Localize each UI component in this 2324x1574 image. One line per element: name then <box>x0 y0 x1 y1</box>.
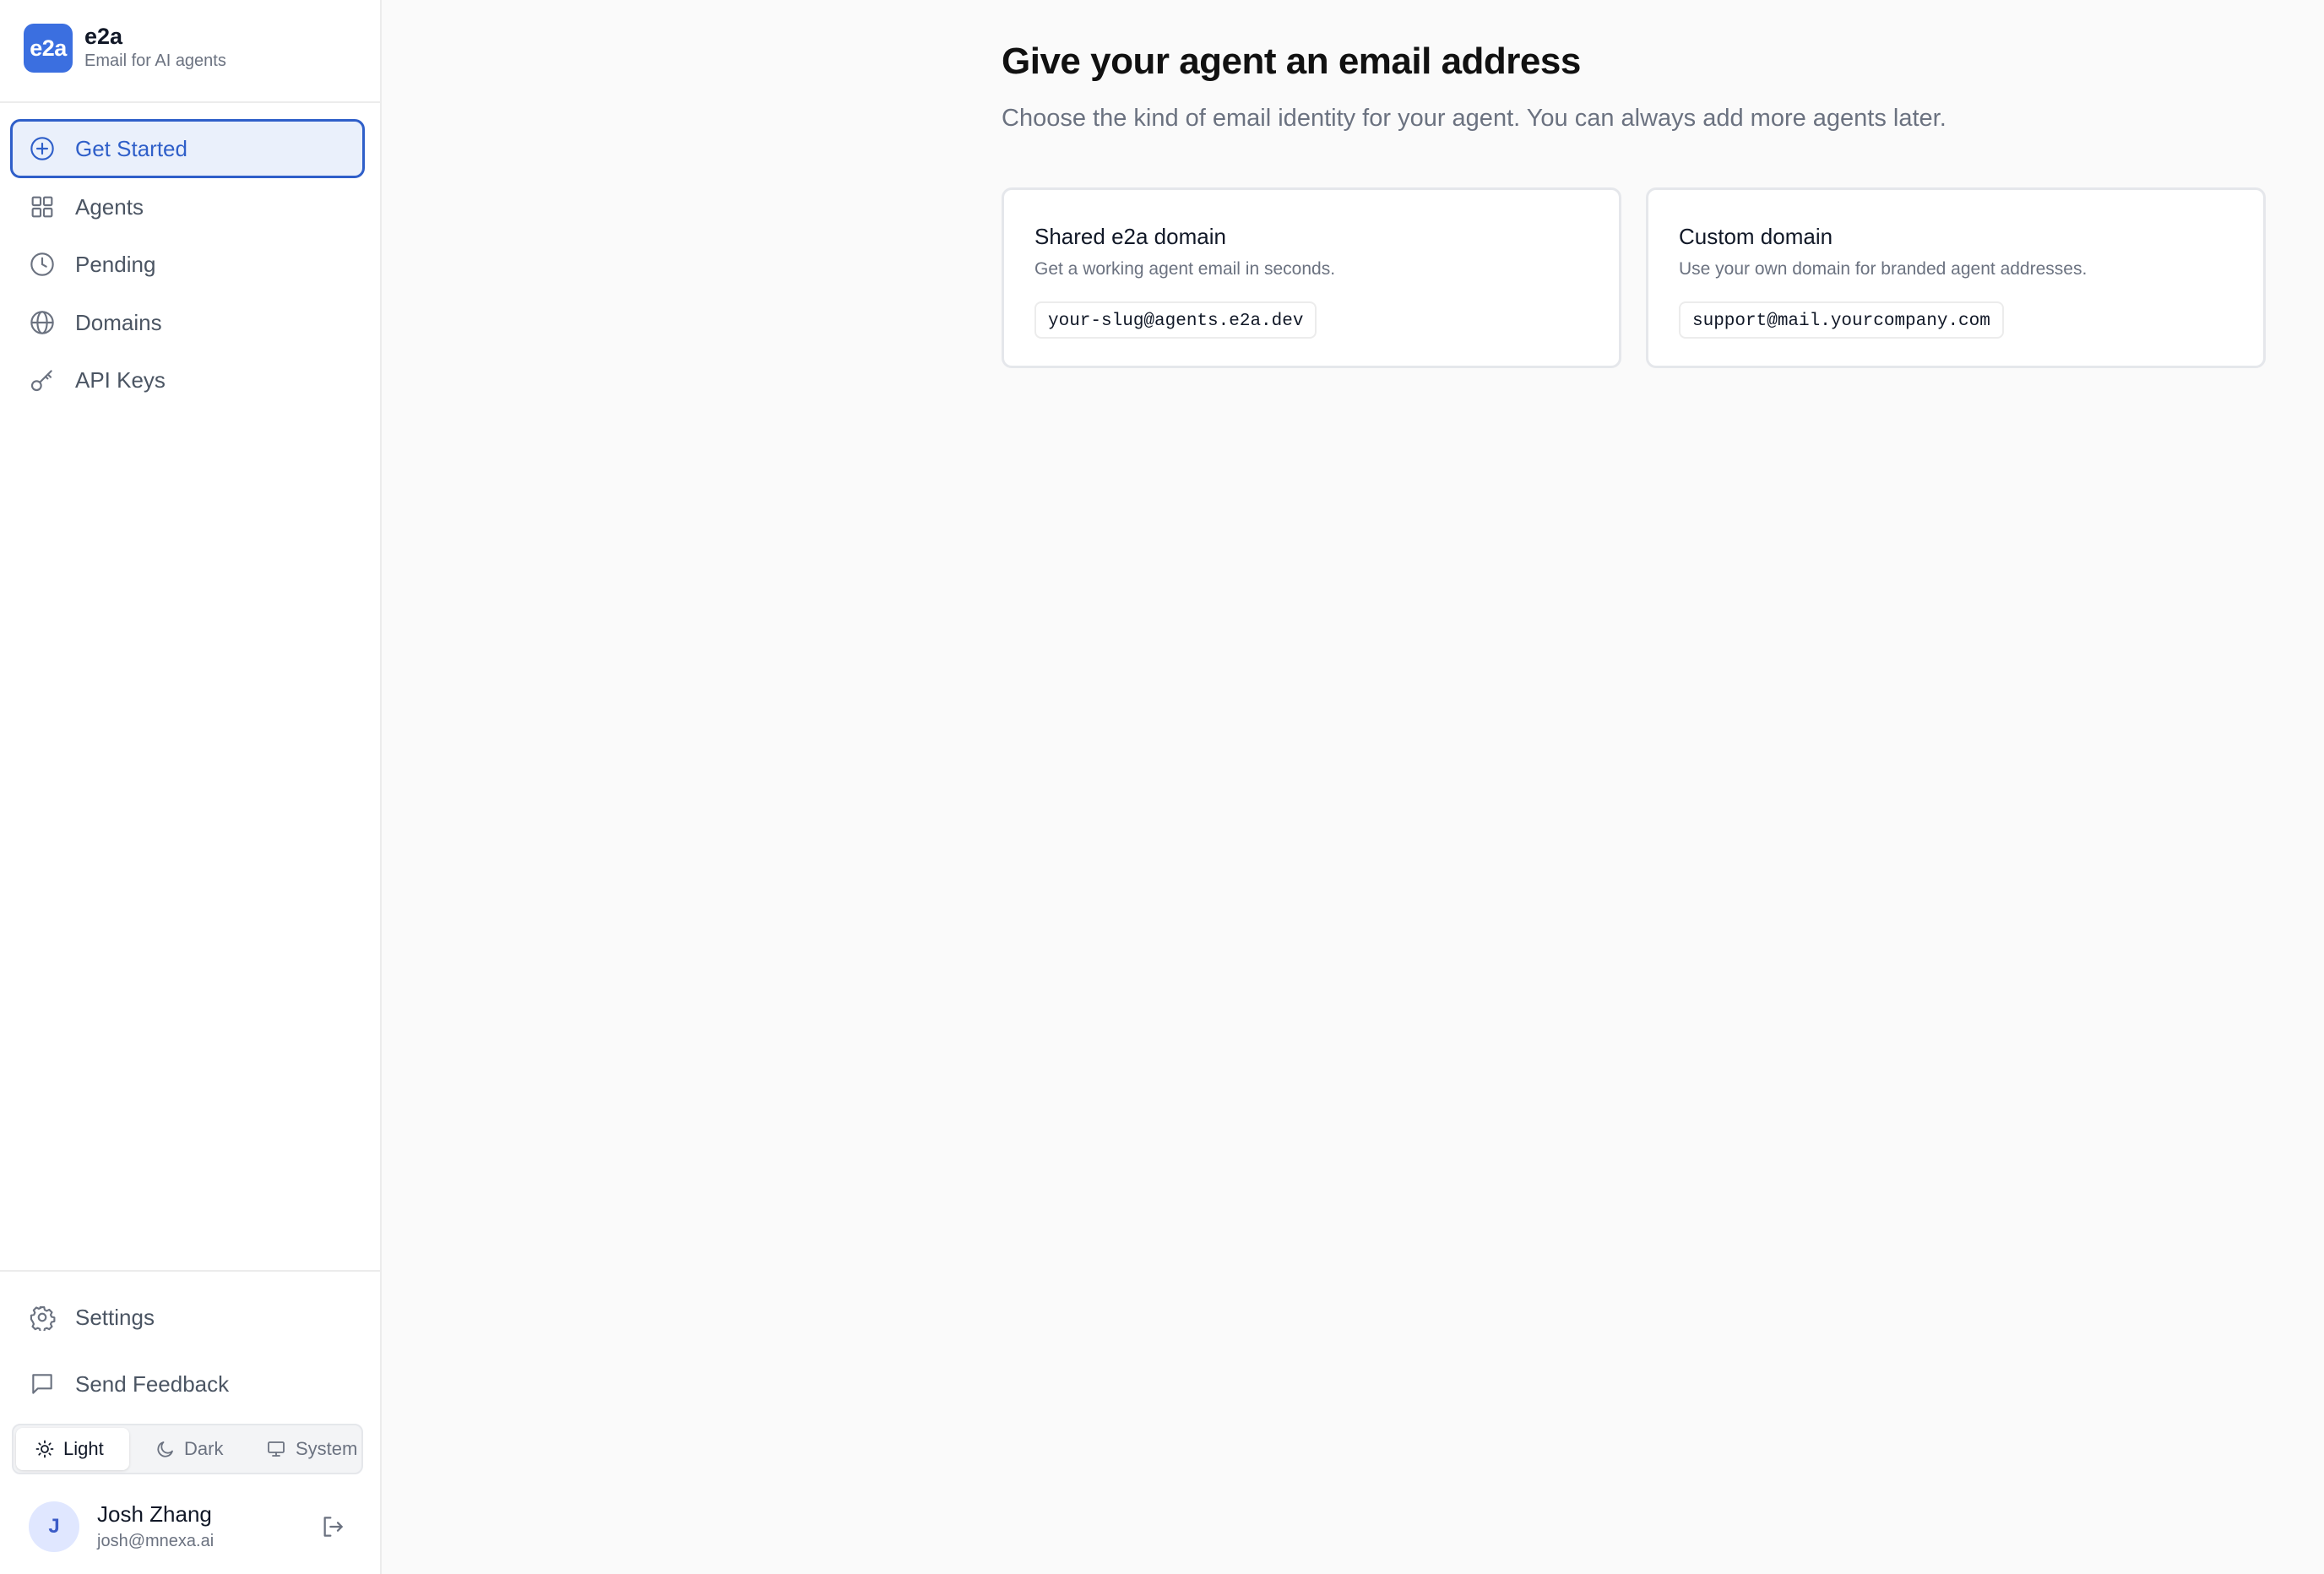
brand-name: e2a <box>84 24 123 49</box>
monitor-icon <box>268 1441 285 1457</box>
theme-option-label: System <box>296 1438 358 1459</box>
sidebar-item-api-keys[interactable]: API Keys <box>10 350 365 410</box>
brand-tagline: Email for AI agents <box>84 52 226 70</box>
moon-icon <box>157 1441 173 1457</box>
sun-icon <box>35 1440 54 1458</box>
sidebar-item-pending[interactable]: Pending <box>10 235 365 294</box>
theme-option-label: Light <box>63 1438 104 1459</box>
settings-label: Settings <box>75 1305 155 1330</box>
user-email: josh@mnexa.ai <box>97 1532 214 1550</box>
avatar[interactable]: J <box>29 1501 79 1552</box>
grid-icon <box>31 196 53 218</box>
sidebar-item-label: Agents <box>75 194 144 220</box>
sidebar-item-label: Domains <box>75 310 162 335</box>
sidebar-item-label: Pending <box>75 252 156 277</box>
brand-logo[interactable]: e2a <box>24 24 73 73</box>
example-address: support@mail.yourcompany.com <box>1679 301 2004 339</box>
user-profile: J Josh Zhang josh@mnexa.ai <box>0 1495 380 1562</box>
theme-switcher: Light Dark System <box>12 1424 363 1474</box>
theme-option-system[interactable]: System <box>250 1428 360 1470</box>
clock-icon <box>30 252 54 276</box>
shared-domain-option-card[interactable]: Shared e2a domain Get a working agent em… <box>1002 187 1621 368</box>
theme-option-label: Dark <box>184 1438 224 1459</box>
send-feedback-link[interactable]: Send Feedback <box>10 1354 365 1414</box>
sidebar: e2a e2a Email for AI agents Get Started … <box>0 0 382 1574</box>
send-feedback-label: Send Feedback <box>75 1371 230 1397</box>
card-title: Shared e2a domain <box>1034 224 1226 249</box>
sidebar-item-label: Get Started <box>75 136 187 161</box>
key-icon <box>30 370 52 392</box>
page-title: Give your agent an email address <box>1002 41 1581 82</box>
custom-domain-option-card[interactable]: Custom domain Use your own domain for br… <box>1646 187 2266 368</box>
sidebar-item-domains[interactable]: Domains <box>10 293 365 352</box>
globe-icon <box>30 311 54 334</box>
sidebar-item-label: API Keys <box>75 367 166 393</box>
user-name: Josh Zhang <box>97 1501 212 1527</box>
sidebar-item-get-started[interactable]: Get Started <box>10 119 365 178</box>
card-description: Use your own domain for branded agent ad… <box>1679 259 2088 279</box>
sidebar-item-agents[interactable]: Agents <box>10 177 365 236</box>
example-address: your-slug@agents.e2a.dev <box>1034 301 1317 339</box>
page-subtitle: Choose the kind of email identity for yo… <box>1002 105 1947 132</box>
theme-option-light[interactable]: Light <box>16 1428 129 1470</box>
settings-link[interactable]: Settings <box>10 1288 365 1347</box>
card-description: Get a working agent email in seconds. <box>1034 259 1336 279</box>
message-square-icon <box>32 1374 52 1394</box>
brand-header: e2a e2a Email for AI agents <box>0 0 380 103</box>
gear-icon <box>30 1305 56 1331</box>
card-title: Custom domain <box>1679 224 1833 249</box>
logout-icon[interactable] <box>319 1513 346 1540</box>
theme-option-dark[interactable]: Dark <box>140 1428 242 1470</box>
plus-circle-icon <box>30 137 54 160</box>
